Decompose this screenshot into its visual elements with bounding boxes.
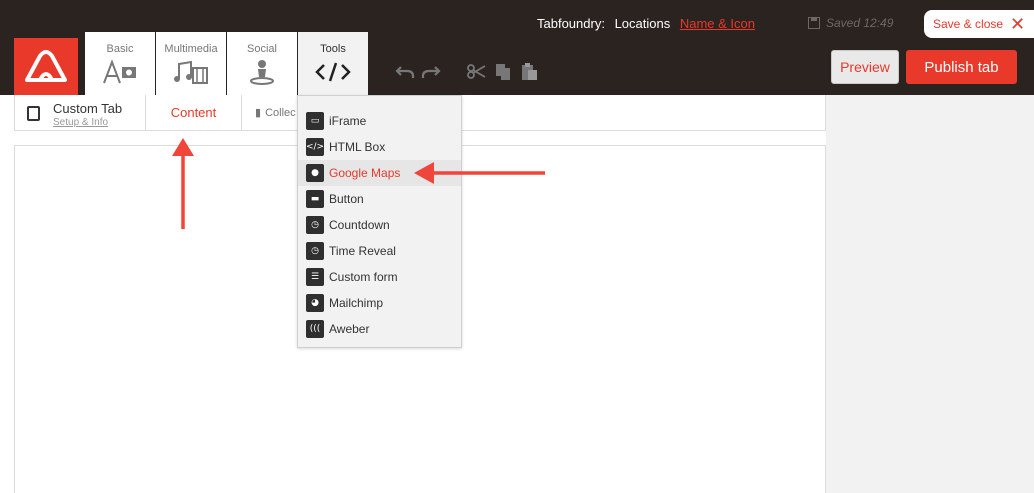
menu-item-countdown[interactable]: ◷ Countdown xyxy=(298,212,461,238)
paste-icon[interactable] xyxy=(516,60,542,84)
countdown-icon: ◷ xyxy=(306,216,324,234)
collection-icon: ▮ xyxy=(255,107,262,119)
saved-text: Saved 12:49 xyxy=(826,16,894,30)
menu-item-label: Countdown xyxy=(329,218,390,232)
menu-item-button[interactable]: ▬ Button xyxy=(298,186,461,212)
undo-icon[interactable] xyxy=(392,60,418,84)
publish-tab-button[interactable]: Publish tab xyxy=(906,50,1017,84)
person-pin-icon xyxy=(250,60,274,85)
menu-item-iframe[interactable]: ▭ iFrame xyxy=(298,108,461,134)
tab-tools[interactable]: Tools xyxy=(298,32,368,95)
menu-item-label: HTML Box xyxy=(329,140,386,154)
menu-item-label: Mailchimp xyxy=(329,296,384,310)
menu-item-custom-form[interactable]: ☰ Custom form xyxy=(298,264,461,290)
tab-basic[interactable]: Basic xyxy=(85,32,155,95)
app-name: Tabfoundry: xyxy=(537,16,605,31)
menu-item-aweber[interactable]: ((( Aweber xyxy=(298,316,461,342)
saved-status: Saved 12:49 xyxy=(808,16,893,30)
annotation-arrow-up xyxy=(172,138,194,229)
aweber-icon: ((( xyxy=(306,320,324,338)
menu-item-html-box[interactable]: </> HTML Box xyxy=(298,134,461,160)
annotation-arrow-left xyxy=(414,162,545,184)
floppy-disk-icon xyxy=(808,17,820,29)
music-film-icon xyxy=(174,60,208,84)
page-item[interactable]: Custom Tab Setup & Info xyxy=(15,95,146,130)
menu-item-label: Aweber xyxy=(329,322,370,336)
tab-basic-label: Basic xyxy=(106,43,134,55)
copy-icon[interactable] xyxy=(490,60,516,84)
text-image-icon xyxy=(103,59,136,84)
section-name: Locations xyxy=(614,16,671,31)
menu-item-label: Time Reveal xyxy=(329,244,396,258)
tools-menu: ▭ iFrame </> HTML Box ● Google Maps ▬ Bu… xyxy=(297,95,462,348)
close-icon: ✕ xyxy=(1010,14,1026,34)
mailchimp-icon: ◕ xyxy=(306,294,324,312)
code-icon xyxy=(315,62,351,82)
preview-button[interactable]: Preview xyxy=(831,50,899,84)
setup-info-link[interactable]: Setup & Info xyxy=(53,117,108,128)
tab-collection[interactable]: ▮ Collec xyxy=(255,106,296,120)
menu-item-label: Google Maps xyxy=(329,166,401,180)
menu-item-label: Button xyxy=(329,192,364,206)
tab-collection-label: Collec xyxy=(265,106,296,119)
redo-icon[interactable] xyxy=(418,60,444,84)
breadcrumb: Tabfoundry: Locations Name & Icon xyxy=(537,16,761,31)
right-panel xyxy=(826,95,1034,493)
cut-icon[interactable] xyxy=(464,60,490,84)
edit-actions xyxy=(392,60,542,84)
button-icon: ▬ xyxy=(306,190,324,208)
tab-social-label: Social xyxy=(247,43,277,55)
toolbar-tabs: Basic Multimedia Social Tools xyxy=(85,32,368,95)
time-reveal-icon: ◷ xyxy=(306,242,324,260)
tab-content[interactable]: Content xyxy=(146,95,242,130)
iframe-icon: ▭ xyxy=(306,112,324,130)
tabfoundry-logo[interactable] xyxy=(14,38,78,95)
name-icon-link[interactable]: Name & Icon xyxy=(680,16,755,31)
menu-item-label: Custom form xyxy=(329,270,398,284)
menu-item-mailchimp[interactable]: ◕ Mailchimp xyxy=(298,290,461,316)
menu-item-time-reveal[interactable]: ◷ Time Reveal xyxy=(298,238,461,264)
save-close-button[interactable]: Save & close ✕ xyxy=(924,10,1034,38)
tab-social[interactable]: Social xyxy=(227,32,297,95)
tab-tools-label: Tools xyxy=(320,43,346,55)
menu-item-label: iFrame xyxy=(329,114,367,128)
page-icon xyxy=(27,106,40,121)
tab-multimedia[interactable]: Multimedia xyxy=(156,32,226,95)
form-icon: ☰ xyxy=(306,268,324,286)
save-close-label: Save & close xyxy=(933,17,1004,31)
html-box-icon: </> xyxy=(306,138,324,156)
tab-multimedia-label: Multimedia xyxy=(164,43,218,55)
map-pin-icon: ● xyxy=(306,164,324,182)
page-title: Custom Tab xyxy=(53,101,123,116)
